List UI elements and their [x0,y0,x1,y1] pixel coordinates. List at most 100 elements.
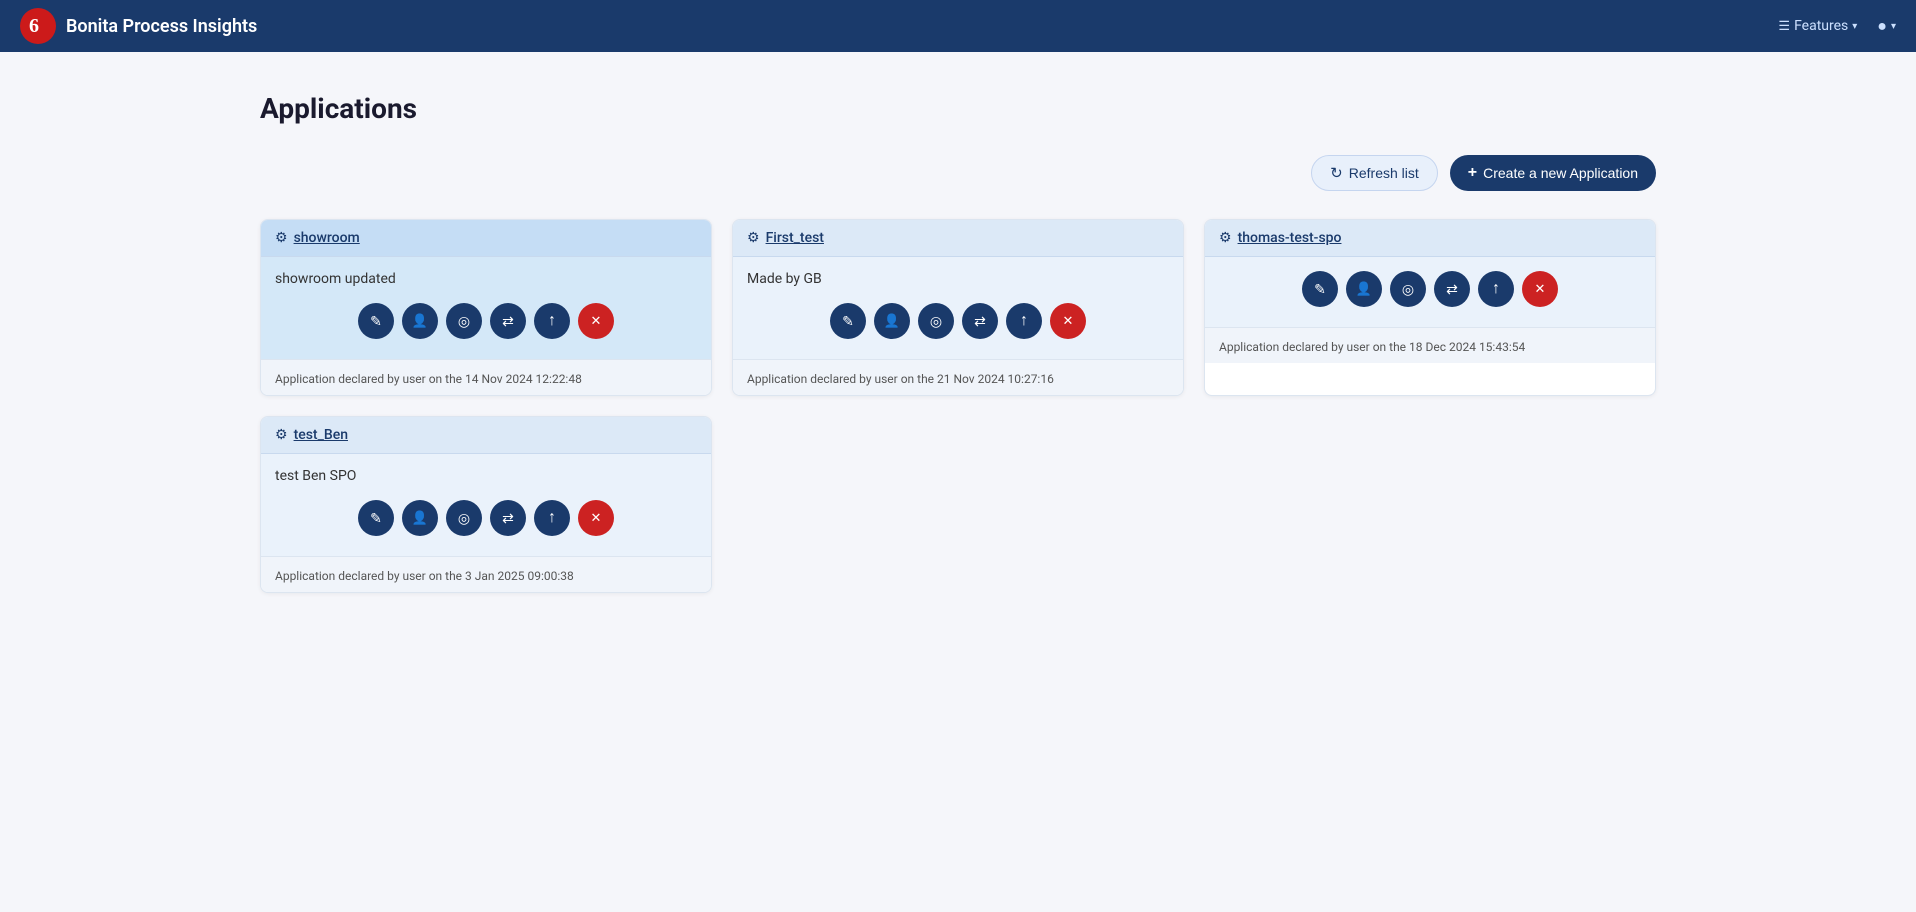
close-button-thomas-test-spo[interactable]: ✕ [1522,271,1558,307]
close-button-test_ben[interactable]: ✕ [578,500,614,536]
user-button-test_ben[interactable]: 👤 [402,500,438,536]
card-actions-test_ben: ✎ 👤 ◎ ⇄ ↑✕ [275,500,697,548]
gear-icon: ⚙ [275,427,288,443]
app-name-link-first_test[interactable]: First_test [766,230,824,246]
user-icon: ● [1877,16,1887,36]
target-icon: ◎ [1402,281,1414,298]
upload-button-test_ben[interactable]: ↑ [534,500,570,536]
target-icon: ◎ [458,313,470,330]
chevron-down-icon: ▾ [1852,21,1857,32]
upload-icon: ↑ [1492,280,1500,298]
chevron-down-icon-user: ▾ [1891,21,1896,32]
card-footer-text-thomas-test-spo: Application declared by user on the 18 D… [1219,340,1525,354]
app-card-first_test: ⚙ First_test Made by GB ✎ 👤 ◎ ⇄ ↑ ✕ Application d… [732,219,1184,396]
card-body-test_ben: test Ben SPO ✎ 👤 ◎ ⇄ ↑✕ [261,454,711,556]
card-footer-thomas-test-spo: Application declared by user on the 18 D… [1205,327,1655,363]
pencil-button-first_test[interactable]: ✎ [830,303,866,339]
page-title: Applications [260,92,1656,125]
navbar-right: ☰ Features ▾ ● ▾ [1778,16,1896,36]
pencil-button-test_ben[interactable]: ✎ [358,500,394,536]
gear-icon: ⚙ [1219,230,1232,246]
close-button-showroom[interactable]: ✕ [578,303,614,339]
upload-icon: ↑ [548,312,556,330]
brand: 6 Bonita Process Insights [20,8,257,44]
upload-button-showroom[interactable]: ↑ [534,303,570,339]
target-icon: ◎ [458,510,470,527]
close-icon: ✕ [1063,313,1074,329]
close-icon: ✕ [1535,281,1546,297]
card-footer-text-showroom: Application declared by user on the 14 N… [275,372,582,386]
pencil-icon: ✎ [842,313,854,330]
app-card-test_ben: ⚙ test_Bentest Ben SPO ✎ 👤 ◎ ⇄ ↑✕ Application d… [260,416,712,593]
user-icon: 👤 [884,313,900,329]
card-body-first_test: Made by GB ✎ 👤 ◎ ⇄ ↑ ✕ [733,257,1183,359]
card-footer-text-test_ben: Application declared by user on the 3 Ja… [275,569,574,583]
arrows-icon: ⇄ [502,510,514,527]
card-actions-showroom: ✎ 👤 ◎ ⇄ ↑ ✕ [275,303,697,351]
main-content: Applications ↻ Refresh list + Create a n… [0,52,1916,633]
app-card-showroom: ⚙ showroom showroom updated ✎ 👤 ◎ ⇄ ↑ ✕ Applicati… [260,219,712,396]
app-name-link-test_ben[interactable]: test_Ben [294,427,348,443]
card-header-first_test: ⚙ First_test [733,220,1183,257]
pencil-icon: ✎ [1314,281,1326,298]
card-body-showroom: showroom updated ✎ 👤 ◎ ⇄ ↑ ✕ [261,257,711,359]
bonita-logo: 6 [20,8,56,44]
arrows-button-thomas-test-spo[interactable]: ⇄ [1434,271,1470,307]
close-icon: ✕ [591,313,602,329]
brand-name: Bonita Process Insights [66,16,257,37]
upload-button-thomas-test-spo[interactable]: ↑ [1478,271,1514,307]
gear-icon: ⚙ [275,230,288,246]
features-icon: ☰ [1778,19,1790,34]
card-header-showroom: ⚙ showroom [261,220,711,257]
app-name-link-thomas-test-spo[interactable]: thomas-test-spo [1238,230,1342,246]
app-card-thomas-test-spo: ⚙ thomas-test-spo ✎ 👤 ◎ ⇄ ↑ ✕ Application declar… [1204,219,1656,396]
pencil-icon: ✎ [370,313,382,330]
card-body-thomas-test-spo: ✎ 👤 ◎ ⇄ ↑ ✕ [1205,257,1655,327]
gear-icon: ⚙ [747,230,760,246]
target-button-showroom[interactable]: ◎ [446,303,482,339]
arrows-button-test_ben[interactable]: ⇄ [490,500,526,536]
card-footer-first_test: Application declared by user on the 21 N… [733,359,1183,395]
arrows-icon: ⇄ [974,313,986,330]
arrows-button-showroom[interactable]: ⇄ [490,303,526,339]
arrows-icon: ⇄ [1446,281,1458,298]
plus-icon: + [1468,164,1477,182]
arrows-icon: ⇄ [502,313,514,330]
card-footer-showroom: Application declared by user on the 14 N… [261,359,711,395]
app-name-link-showroom[interactable]: showroom [294,230,360,246]
svg-text:6: 6 [29,15,39,37]
arrows-button-first_test[interactable]: ⇄ [962,303,998,339]
user-button-thomas-test-spo[interactable]: 👤 [1346,271,1382,307]
pencil-button-thomas-test-spo[interactable]: ✎ [1302,271,1338,307]
card-actions-first_test: ✎ 👤 ◎ ⇄ ↑ ✕ [747,303,1169,351]
target-button-test_ben[interactable]: ◎ [446,500,482,536]
target-button-first_test[interactable]: ◎ [918,303,954,339]
pencil-icon: ✎ [370,510,382,527]
user-icon: 👤 [412,313,428,329]
features-menu[interactable]: ☰ Features ▾ [1778,18,1857,34]
upload-button-first_test[interactable]: ↑ [1006,303,1042,339]
navbar: 6 Bonita Process Insights ☰ Features ▾ ●… [0,0,1916,52]
target-icon: ◎ [930,313,942,330]
refresh-button[interactable]: ↻ Refresh list [1311,155,1438,191]
user-button-first_test[interactable]: 👤 [874,303,910,339]
card-description-test_ben: test Ben SPO [275,468,697,484]
card-header-test_ben: ⚙ test_Ben [261,417,711,454]
user-icon: 👤 [412,510,428,526]
target-button-thomas-test-spo[interactable]: ◎ [1390,271,1426,307]
user-menu[interactable]: ● ▾ [1877,16,1896,36]
toolbar: ↻ Refresh list + Create a new Applicatio… [260,155,1656,191]
upload-icon: ↑ [1020,312,1028,330]
user-button-showroom[interactable]: 👤 [402,303,438,339]
card-description-showroom: showroom updated [275,271,697,287]
card-description-first_test: Made by GB [747,271,1169,287]
card-footer-text-first_test: Application declared by user on the 21 N… [747,372,1054,386]
user-icon: 👤 [1356,281,1372,297]
close-button-first_test[interactable]: ✕ [1050,303,1086,339]
create-application-button[interactable]: + Create a new Application [1450,155,1656,191]
applications-grid: ⚙showroomshowroom updated✎👤◎⇄↑✕Applicati… [260,219,1656,593]
refresh-icon: ↻ [1330,164,1343,182]
card-actions-thomas-test-spo: ✎ 👤 ◎ ⇄ ↑ ✕ [1219,271,1641,319]
card-header-thomas-test-spo: ⚙ thomas-test-spo [1205,220,1655,257]
pencil-button-showroom[interactable]: ✎ [358,303,394,339]
